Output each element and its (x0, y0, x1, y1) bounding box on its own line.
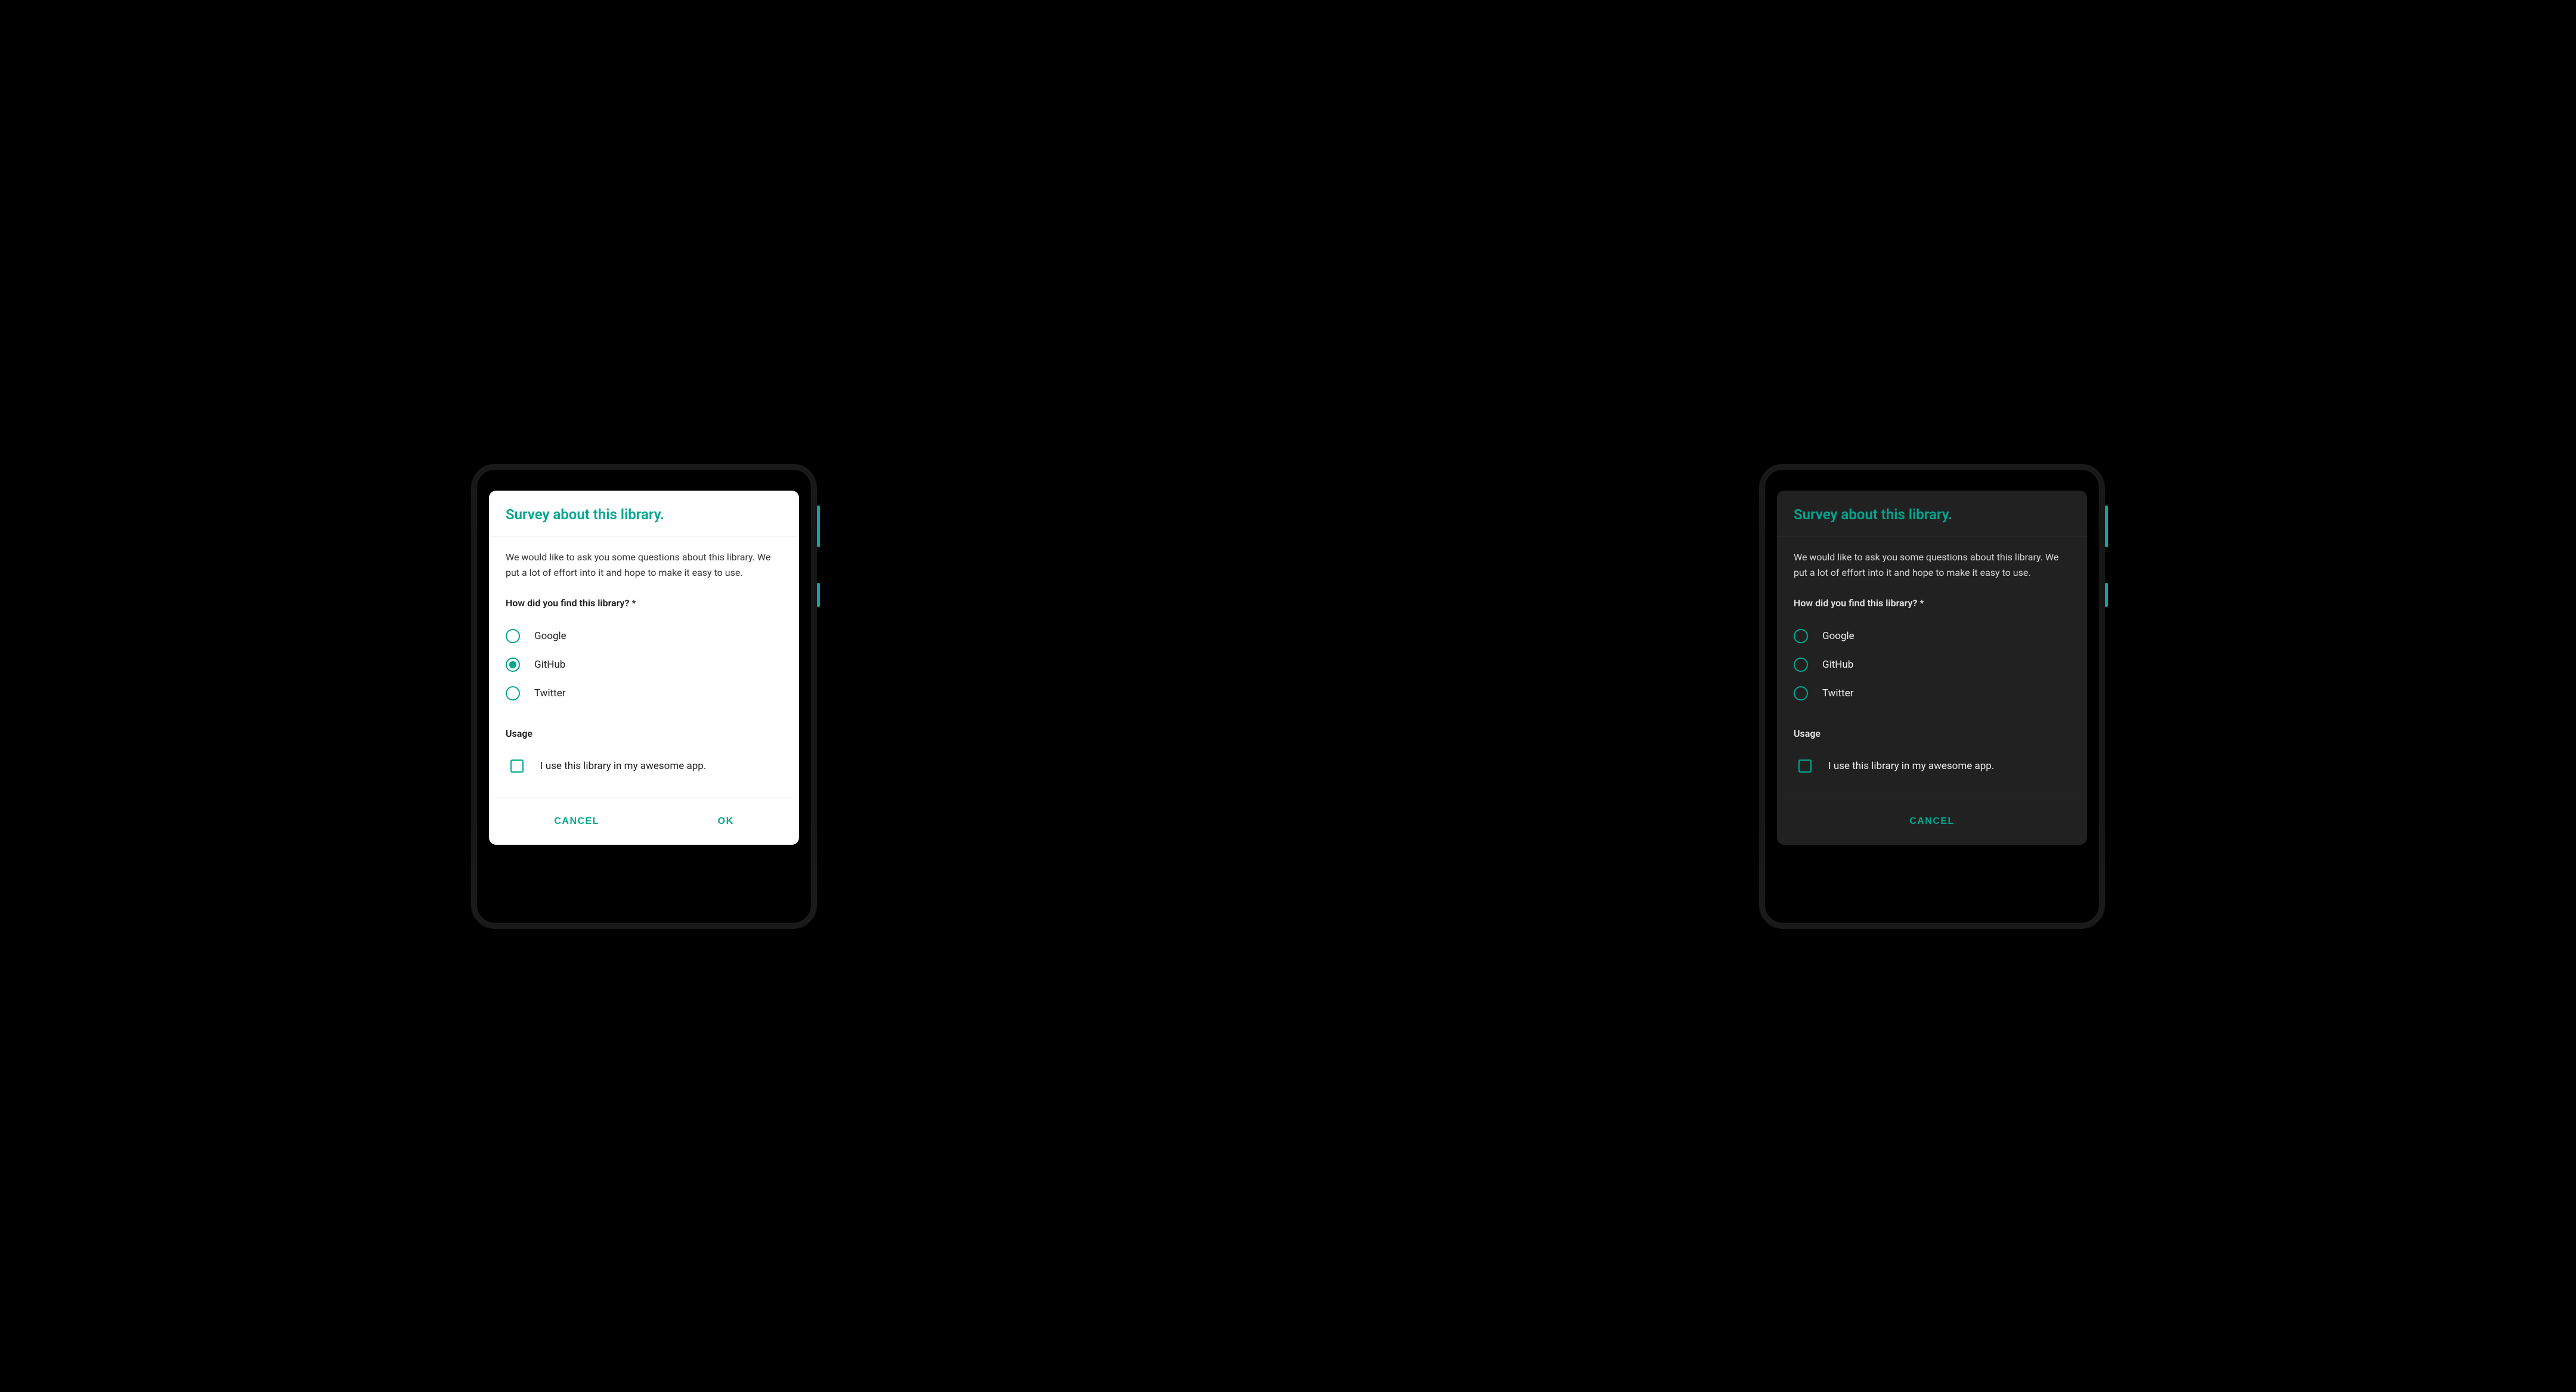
checkbox-label: I use this library in my awesome app. (540, 760, 706, 772)
light-phone-mockup: Survey about this library. We would like… (0, 464, 1288, 929)
phone-side-button-2 (2105, 583, 2108, 607)
dialog-actions: CANCEL (1777, 798, 2087, 845)
radio-option-twitter[interactable]: Twitter (506, 679, 782, 708)
radio-icon (1794, 629, 1808, 643)
radio-option-google[interactable]: Google (1794, 622, 2070, 650)
radio-option-twitter[interactable]: Twitter (1794, 679, 2070, 708)
radio-group-source: Google GitHub Twitter (1794, 622, 2070, 708)
section-label-usage: Usage (1794, 728, 2070, 739)
question-label: How did you find this library? * (1794, 597, 2070, 609)
dialog-header: Survey about this library. (1777, 491, 2087, 537)
radio-option-google[interactable]: Google (506, 622, 782, 650)
phone-frame: Survey about this library. We would like… (1759, 464, 2105, 929)
checkbox-icon (1798, 759, 1812, 773)
phone-frame: Survey about this library. We would like… (471, 464, 817, 929)
phone-side-button-1 (2105, 506, 2108, 547)
dialog-title: Survey about this library. (1794, 506, 2070, 523)
radio-label: Google (534, 630, 566, 642)
radio-icon (506, 629, 520, 643)
radio-option-github[interactable]: GitHub (506, 650, 782, 679)
dialog-intro: We would like to ask you some questions … (506, 550, 782, 581)
checkbox-label: I use this library in my awesome app. (1828, 760, 1994, 772)
checkbox-icon (510, 759, 524, 773)
radio-label: GitHub (534, 659, 565, 671)
checkbox-usage[interactable]: I use this library in my awesome app. (1794, 752, 2070, 780)
ok-button[interactable]: OK (700, 810, 752, 833)
radio-icon (1794, 686, 1808, 700)
radio-label: GitHub (1822, 659, 1853, 671)
radio-label: Twitter (534, 687, 565, 699)
dialog-actions: CANCEL OK (489, 798, 799, 845)
section-label-usage: Usage (506, 728, 782, 739)
cancel-button[interactable]: CANCEL (536, 810, 617, 833)
radio-icon (1794, 658, 1808, 672)
dialog-title: Survey about this library. (506, 506, 782, 523)
checkbox-usage[interactable]: I use this library in my awesome app. (506, 752, 782, 780)
phone-side-button-1 (817, 506, 820, 547)
radio-icon (506, 686, 520, 700)
question-label: How did you find this library? * (506, 597, 782, 609)
dialog-body: We would like to ask you some questions … (489, 537, 799, 798)
radio-icon (506, 658, 520, 672)
dark-phone-mockup: Survey about this library. We would like… (1288, 464, 2576, 929)
dialog-header: Survey about this library. (489, 491, 799, 537)
radio-label: Google (1822, 630, 1854, 642)
survey-dialog: Survey about this library. We would like… (1777, 491, 2087, 845)
dialog-intro: We would like to ask you some questions … (1794, 550, 2070, 581)
radio-option-github[interactable]: GitHub (1794, 650, 2070, 679)
survey-dialog: Survey about this library. We would like… (489, 491, 799, 845)
dialog-body: We would like to ask you some questions … (1777, 537, 2087, 798)
phone-side-button-2 (817, 583, 820, 607)
radio-group-source: Google GitHub Twitter (506, 622, 782, 708)
cancel-button[interactable]: CANCEL (1891, 810, 1973, 833)
radio-label: Twitter (1822, 687, 1853, 699)
